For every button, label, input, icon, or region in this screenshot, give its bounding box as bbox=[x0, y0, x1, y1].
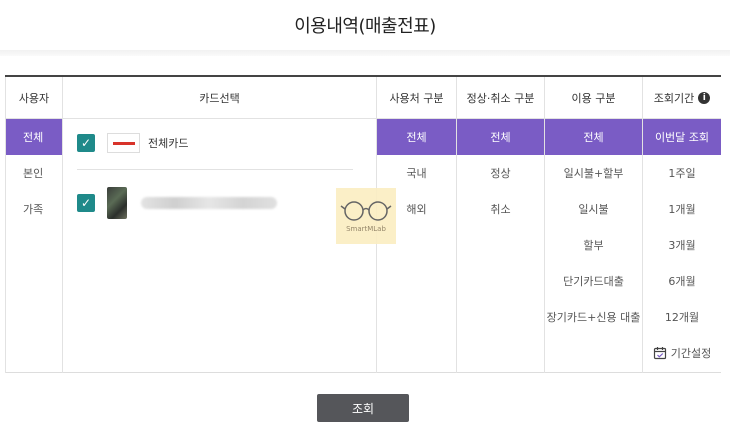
period-option-12-months[interactable]: 12개월 bbox=[643, 299, 721, 335]
period-option-1-month[interactable]: 1개월 bbox=[643, 191, 721, 227]
user-option-family[interactable]: 가족 bbox=[6, 191, 62, 227]
calendar-icon bbox=[653, 347, 666, 360]
usage-option-all[interactable]: 전체 bbox=[545, 119, 642, 155]
status-column-header: 정상·취소 구분 bbox=[457, 77, 544, 119]
usage-column-header: 이용 구분 bbox=[545, 77, 642, 119]
watermark-text: SmartMLab bbox=[346, 225, 386, 233]
card-column: 카드선택 ✓ 전체카드 ✓ bbox=[63, 77, 377, 373]
usage-option-short-loan[interactable]: 단기카드대출 bbox=[545, 263, 642, 299]
period-custom-label: 기간설정 bbox=[670, 347, 712, 360]
title-separator bbox=[0, 50, 730, 56]
card-item-personal[interactable]: ✓ bbox=[77, 187, 277, 219]
period-option-this-month[interactable]: 이번달 조회 bbox=[643, 119, 721, 155]
glasses-icon bbox=[340, 201, 392, 221]
period-column: 조회기간 i 이번달 조회 1주일 1개월 3개월 6개월 12개월 기간설정 bbox=[643, 77, 721, 373]
card-image-icon bbox=[107, 187, 127, 219]
usage-option-long-loan[interactable]: 장기카드+신용 대출 bbox=[545, 299, 642, 335]
usage-option-installment[interactable]: 할부 bbox=[545, 227, 642, 263]
user-option-self[interactable]: 본인 bbox=[6, 155, 62, 191]
status-column: 정상·취소 구분 전체 정상 취소 bbox=[457, 77, 545, 373]
card-item-all[interactable]: ✓ 전체카드 bbox=[77, 133, 188, 153]
location-column-header: 사용처 구분 bbox=[377, 77, 456, 119]
checkbox-checked-icon[interactable]: ✓ bbox=[77, 194, 95, 212]
user-column-header: 사용자 bbox=[6, 77, 62, 119]
user-option-all[interactable]: 전체 bbox=[6, 119, 62, 155]
location-option-all[interactable]: 전체 bbox=[377, 119, 456, 155]
usage-option-lump[interactable]: 일시불 bbox=[545, 191, 642, 227]
info-icon[interactable]: i bbox=[698, 91, 711, 104]
usage-column: 이용 구분 전체 일시불+할부 일시불 할부 단기카드대출 장기카드+신용 대출 bbox=[545, 77, 643, 373]
blurred-card-number bbox=[141, 197, 277, 209]
status-option-all[interactable]: 전체 bbox=[457, 119, 544, 155]
checkbox-checked-icon[interactable]: ✓ bbox=[77, 134, 95, 152]
status-option-normal[interactable]: 정상 bbox=[457, 155, 544, 191]
period-custom-button[interactable]: 기간설정 bbox=[643, 335, 721, 371]
usage-option-lump-installment[interactable]: 일시불+할부 bbox=[545, 155, 642, 191]
status-option-cancel[interactable]: 취소 bbox=[457, 191, 544, 227]
period-option-6-months[interactable]: 6개월 bbox=[643, 263, 721, 299]
page-title: 이용내역(매출전표) bbox=[294, 16, 436, 37]
card-divider bbox=[77, 169, 353, 170]
period-option-3-months[interactable]: 3개월 bbox=[643, 227, 721, 263]
period-header-label: 조회기간 bbox=[653, 91, 695, 105]
period-option-1-week[interactable]: 1주일 bbox=[643, 155, 721, 191]
period-column-header: 조회기간 i bbox=[643, 77, 721, 119]
card-company-logo-icon bbox=[107, 133, 140, 153]
card-item-label: 전체카드 bbox=[148, 137, 189, 150]
location-option-domestic[interactable]: 국내 bbox=[377, 155, 456, 191]
watermark-logo: SmartMLab bbox=[336, 188, 396, 244]
user-column: 사용자 전체 본인 가족 bbox=[5, 77, 63, 373]
card-column-header: 카드선택 bbox=[63, 77, 376, 119]
search-button[interactable]: 조회 bbox=[317, 394, 409, 422]
